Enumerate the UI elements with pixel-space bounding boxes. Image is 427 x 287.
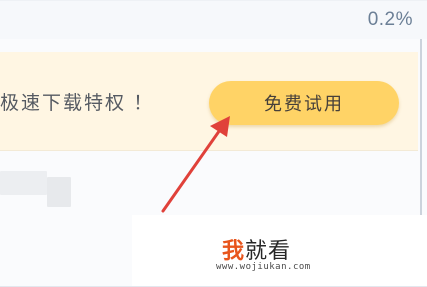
promo-message: 极速下载特权 ！ [0, 93, 155, 114]
watermark-title: 我就看 [222, 233, 291, 265]
watermark-title-rest: 就看 [245, 238, 292, 263]
download-status-strip: 0.2% [0, 1, 427, 39]
watermark-logo: 我就看 www.wojiukan.com [132, 215, 427, 286]
free-trial-button[interactable]: 免费试用 [209, 81, 399, 125]
blurred-content [0, 171, 47, 195]
watermark-title-first: 我 [222, 238, 246, 263]
blurred-content [47, 177, 71, 207]
download-progress-text: 0.2% [367, 9, 413, 30]
screenshot-frame: 0.2% 极速下载特权 ！ 免费试用 我就看 www.wojiukan.com [0, 0, 427, 287]
watermark-url: www.wojiukan.com [216, 262, 311, 272]
